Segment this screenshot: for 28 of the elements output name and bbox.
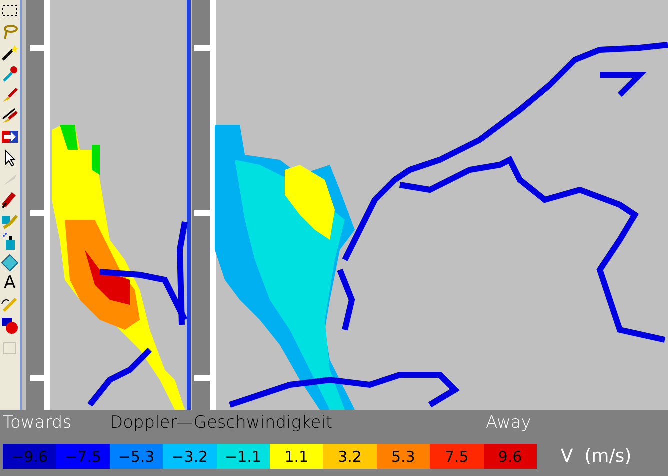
scale-cell: −5.3 xyxy=(110,444,164,469)
shapes-icon xyxy=(1,316,19,334)
scale-cell: 3.2 xyxy=(323,444,377,469)
unit-label: V (m/s) xyxy=(560,446,632,467)
marker-icon xyxy=(1,190,19,208)
scale-cell: −3.2 xyxy=(163,444,217,469)
scale-cell: 5.3 xyxy=(376,444,430,469)
text-tool[interactable]: A xyxy=(0,274,20,293)
tool-button[interactable] xyxy=(0,316,20,335)
legend-title: Doppler—Geschwindigkeit xyxy=(110,413,334,433)
brushes-icon xyxy=(1,106,19,124)
brush-icon xyxy=(1,86,19,104)
scale-cell: 1.1 xyxy=(270,444,324,469)
lasso-icon xyxy=(1,22,19,40)
tool-button[interactable] xyxy=(0,106,20,125)
scale-cell: −9.6 xyxy=(3,444,56,469)
scale-cell: 9.6 xyxy=(484,444,537,469)
tool-button[interactable] xyxy=(0,295,20,314)
eyedropper-icon xyxy=(1,64,19,82)
tool-button[interactable] xyxy=(0,43,20,62)
scale-cell: −1.1 xyxy=(216,444,270,469)
pencil-icon xyxy=(1,296,19,314)
away-label: Away xyxy=(486,413,532,433)
scale-cell: 7.5 xyxy=(430,444,484,469)
scale-cell: −7.5 xyxy=(56,444,110,469)
towards-label: Towards xyxy=(3,413,73,433)
magic-wand-icon xyxy=(1,44,19,62)
diamond-icon xyxy=(1,254,19,272)
